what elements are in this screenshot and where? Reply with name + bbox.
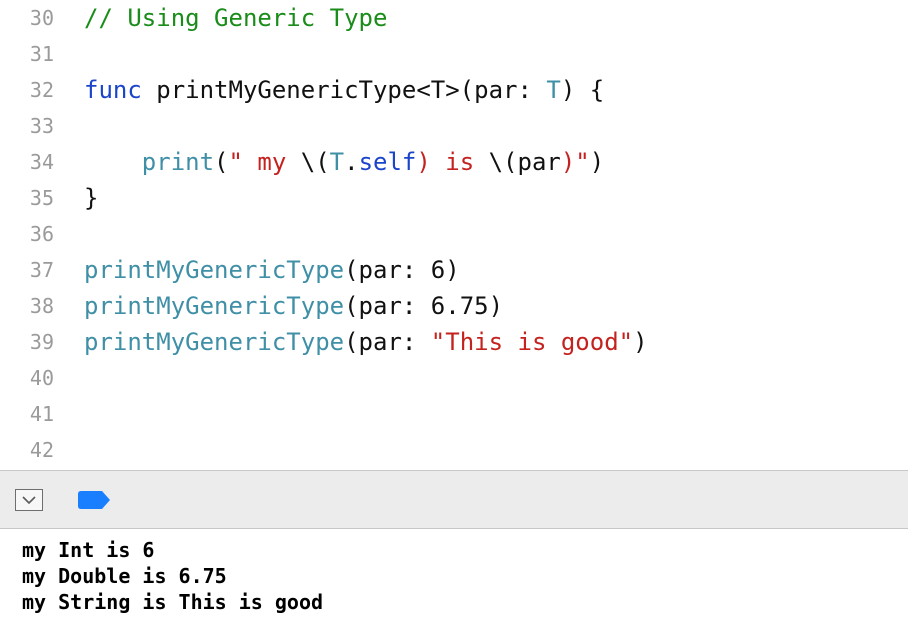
code-token-number: 6.75 [430, 292, 489, 320]
code-line[interactable]: 36 [0, 216, 908, 252]
code-token-type: T [329, 148, 345, 176]
code-token-fn: print [141, 148, 215, 176]
code-line[interactable]: 32 func printMyGenericType<T>(par: T) { [0, 72, 908, 108]
code-token-plain: ) [589, 148, 605, 176]
code-token-plain: ) [488, 292, 504, 320]
code-token-plain: printMyGenericType<T>(par: [141, 76, 547, 104]
code-line[interactable]: 37 printMyGenericType(par: 6) [0, 252, 908, 288]
code-token-plain: } [84, 184, 99, 212]
code-token-type: T [546, 76, 561, 104]
code-token-plain: ) [445, 256, 460, 284]
code-line[interactable]: 38 printMyGenericType(par: 6.75) [0, 288, 908, 324]
code-line[interactable]: 41 [0, 396, 908, 432]
code-token-plain: . [344, 148, 359, 176]
code-text: printMyGenericType(par: 6) [84, 252, 460, 288]
code-line[interactable]: 40 [0, 360, 908, 396]
debug-bar [0, 471, 908, 529]
code-token-fn: printMyGenericType [84, 328, 345, 356]
code-line[interactable]: 42 [0, 432, 908, 468]
code-token-plain: ( [214, 148, 229, 176]
code-line[interactable]: 34 print(" my \(T.self) is \(par)") [0, 144, 908, 180]
code-text: // Using Generic Type [84, 0, 387, 36]
breakpoint-tag-icon[interactable] [78, 491, 110, 509]
code-line[interactable]: 30 // Using Generic Type [0, 0, 908, 36]
console-line: my String is This is good [22, 590, 324, 614]
code-line[interactable]: 33 [0, 108, 908, 144]
code-text: } [84, 180, 98, 216]
line-number: 32 [29, 78, 54, 102]
code-text: printMyGenericType(par: 6.75) [84, 288, 503, 324]
code-token-fn: printMyGenericType [84, 292, 345, 320]
code-editor[interactable]: 30 // Using Generic Type 31 32 func printMyG… [0, 0, 908, 470]
line-number: 30 [29, 6, 54, 30]
line-number: 41 [29, 402, 54, 426]
code-token-keyword: func [84, 76, 142, 104]
code-token-interp: \(par [488, 148, 561, 176]
chevron-down-icon [22, 496, 36, 505]
line-number: 39 [29, 330, 54, 354]
line-number: 40 [29, 366, 54, 390]
code-token-string: "This is good" [430, 328, 634, 356]
line-number: 35 [29, 186, 54, 210]
code-token-plain: (par: [344, 256, 431, 284]
line-number: 42 [29, 438, 54, 462]
code-line[interactable]: 31 [0, 36, 908, 72]
code-token-plain: ) { [560, 76, 605, 104]
code-token-string: ) is [416, 148, 489, 176]
code-token-interp: \( [300, 148, 330, 176]
code-text: func printMyGenericType<T>(par: T) { [84, 72, 604, 108]
console-output: my Int is 6 my Double is 6.75 my String … [0, 529, 908, 620]
code-token-keyword: self [358, 148, 417, 176]
line-number: 37 [29, 258, 54, 282]
code-text: printMyGenericType(par: "This is good") [84, 324, 648, 360]
hide-console-button[interactable] [15, 489, 43, 511]
console-line: my Int is 6 [22, 538, 155, 562]
code-token-plain: (par: [344, 292, 431, 320]
line-number: 36 [29, 222, 54, 246]
line-number: 34 [29, 150, 54, 174]
code-line[interactable]: 39 printMyGenericType(par: "This is good"… [0, 324, 908, 360]
code-line[interactable]: 35} [0, 180, 908, 216]
code-token-fn: printMyGenericType [84, 256, 345, 284]
code-token-plain: ) [633, 328, 648, 356]
code-token-comment: // Using Generic Type [84, 4, 388, 32]
code-token-number: 6 [430, 256, 446, 284]
console-line: my Double is 6.75 [22, 564, 227, 588]
line-number: 38 [29, 294, 54, 318]
line-number: 33 [29, 114, 54, 138]
code-token-plain: (par: [344, 328, 431, 356]
line-number: 31 [29, 42, 54, 66]
code-token-string: )" [560, 148, 590, 176]
code-token-string: " my [228, 148, 301, 176]
code-text: print(" my \(T.self) is \(par)") [84, 144, 604, 180]
